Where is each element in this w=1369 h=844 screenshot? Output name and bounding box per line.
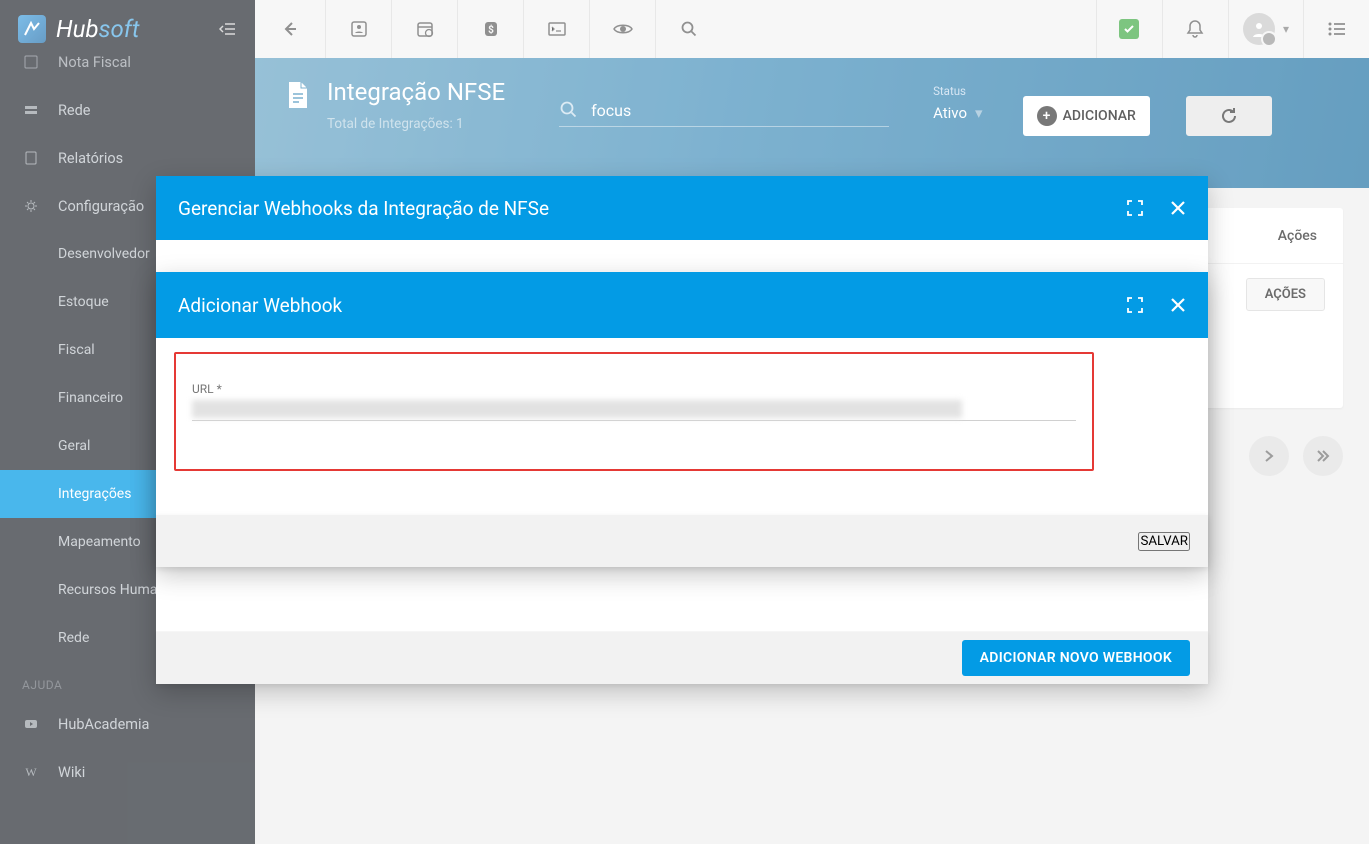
close-icon[interactable] [1170, 200, 1186, 216]
save-button[interactable]: SALVAR [1138, 532, 1190, 551]
modal-add-header: Adicionar Webhook [156, 272, 1208, 338]
url-field-label: URL * [192, 382, 1076, 396]
modal-add-title: Adicionar Webhook [178, 294, 1126, 317]
modal-add-body: URL * [156, 338, 1208, 515]
highlighted-form-area: URL * [174, 352, 1094, 471]
modal-manage-title: Gerenciar Webhooks da Integração de NFSe [178, 197, 1126, 220]
close-icon[interactable] [1170, 297, 1186, 313]
fullscreen-icon[interactable] [1126, 199, 1144, 217]
modal-add-footer: SALVAR [156, 515, 1208, 567]
fullscreen-icon[interactable] [1126, 296, 1144, 314]
url-value-redacted [192, 400, 962, 418]
modal-add-webhook: Adicionar Webhook URL * SALVAR [156, 272, 1208, 567]
add-new-webhook-button[interactable]: ADICIONAR NOVO WEBHOOK [962, 640, 1190, 676]
url-field[interactable] [192, 400, 1076, 421]
modal-manage-header: Gerenciar Webhooks da Integração de NFSe [156, 176, 1208, 240]
modal-manage-footer: ADICIONAR NOVO WEBHOOK [156, 632, 1208, 684]
